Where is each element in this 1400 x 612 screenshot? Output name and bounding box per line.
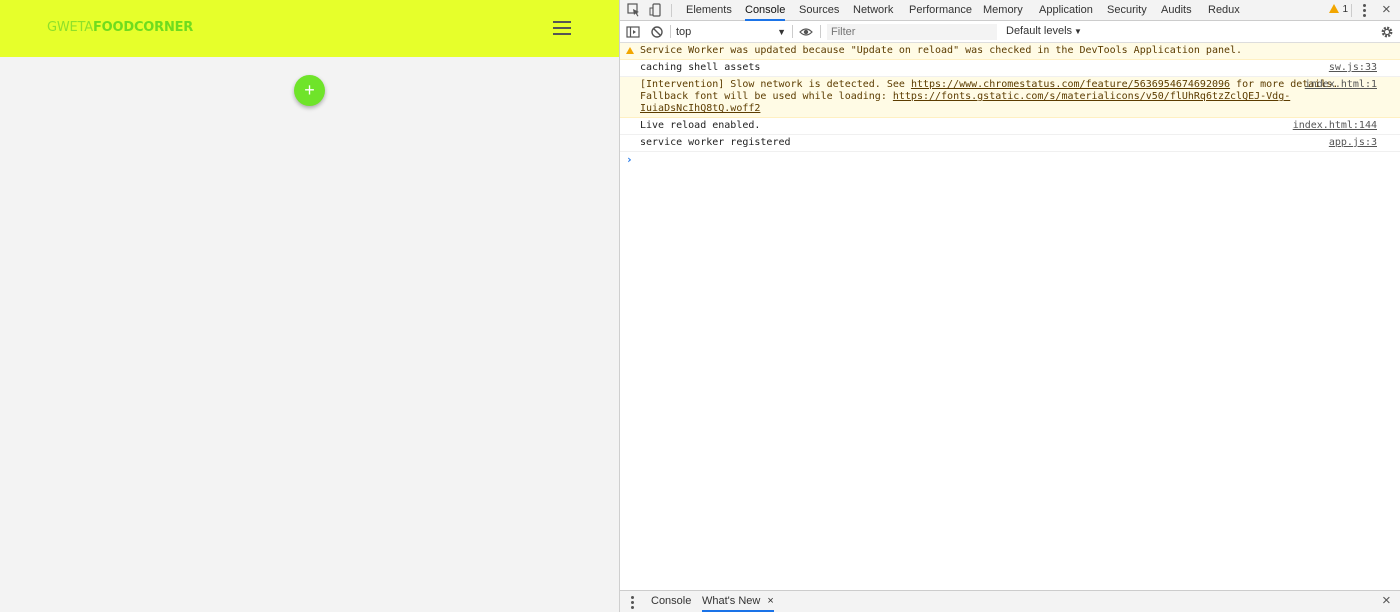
toolbar-divider (820, 25, 821, 38)
more-options-icon[interactable] (1363, 4, 1366, 19)
toolbar-divider (1351, 4, 1352, 17)
hamburger-menu-icon[interactable] (553, 21, 571, 35)
devtools-tab-bar: Elements Console Sources Network Perform… (620, 0, 1400, 21)
brand-part1: GWETA (47, 20, 93, 35)
drawer-tab-console[interactable]: Console (651, 591, 691, 612)
console-toolbar: top ▼ Default levels▼ (620, 21, 1400, 43)
console-message: caching shell assets sw.js:33 (620, 60, 1400, 77)
message-source-link[interactable]: app.js:3 (1329, 137, 1377, 149)
warning-icon (626, 47, 634, 54)
clear-console-icon[interactable] (650, 25, 664, 39)
add-button[interactable]: + (294, 75, 325, 106)
drawer-menu-icon[interactable] (631, 596, 634, 611)
console-prompt[interactable]: › (620, 152, 1400, 168)
device-toolbar-icon[interactable] (649, 3, 663, 17)
message-source-link[interactable]: index.html:1 (1305, 79, 1377, 91)
sidebar-toggle-icon[interactable] (626, 25, 640, 39)
tab-elements[interactable]: Elements (686, 0, 732, 21)
console-message: service worker registered app.js:3 (620, 135, 1400, 152)
close-drawer-icon[interactable]: × (1382, 591, 1391, 611)
warning-counter[interactable]: 1 (1329, 4, 1348, 15)
log-levels-label: Default levels (1006, 25, 1073, 37)
drawer-tab-label: What's New (702, 595, 761, 607)
dropdown-arrow-icon: ▼ (1074, 27, 1082, 36)
tab-security[interactable]: Security (1107, 0, 1147, 21)
drawer-bar: Console What's New × × (620, 590, 1400, 612)
warning-icon (1329, 4, 1340, 13)
message-text: Service Worker was updated because "Upda… (640, 45, 1243, 56)
console-message: [Intervention] Slow network is detected.… (620, 77, 1400, 118)
close-devtools-icon[interactable]: × (1382, 0, 1391, 20)
context-value: top (676, 26, 692, 38)
tab-memory[interactable]: Memory (983, 0, 1023, 21)
drawer-tab-whats-new[interactable]: What's New × (702, 591, 774, 612)
brand-part2: FOODCORNER (92, 20, 194, 35)
filter-input[interactable] (827, 24, 997, 40)
inspect-element-icon[interactable] (627, 3, 641, 17)
message-text: [Intervention] Slow network is detected.… (640, 79, 911, 90)
message-text: service worker registered (640, 137, 791, 148)
tab-sources[interactable]: Sources (799, 0, 839, 21)
brand-logo[interactable]: GWETAFOODCORNER (47, 20, 193, 35)
app-viewport: GWETAFOODCORNER + (0, 0, 619, 612)
log-levels-dropdown[interactable]: Default levels ▼ (1006, 25, 1082, 37)
tab-audits[interactable]: Audits (1161, 0, 1192, 21)
tab-performance[interactable]: Performance (909, 0, 972, 21)
message-source-link[interactable]: index.html:144 (1293, 120, 1377, 132)
app-header: GWETAFOODCORNER (0, 0, 619, 57)
toolbar-divider (671, 4, 672, 17)
message-url-link[interactable]: https://www.chromestatus.com/feature/563… (911, 79, 1230, 90)
warning-count: 1 (1342, 4, 1348, 15)
toolbar-divider (670, 25, 671, 38)
tab-console[interactable]: Console (745, 0, 786, 21)
context-selector[interactable]: top ▼ (676, 25, 786, 39)
settings-gear-icon[interactable] (1380, 25, 1394, 39)
eye-icon[interactable] (799, 25, 813, 39)
message-text: Live reload enabled. (640, 120, 761, 131)
tab-application[interactable]: Application (1039, 0, 1093, 21)
message-text: Fallback font will be used while loading… (640, 91, 893, 102)
message-text: caching shell assets (640, 62, 761, 73)
console-message: Service Worker was updated because "Upda… (620, 43, 1400, 60)
tab-network[interactable]: Network (853, 0, 893, 21)
console-messages: Service Worker was updated because "Upda… (620, 43, 1400, 168)
console-message: Live reload enabled. index.html:144 (620, 118, 1400, 135)
close-tab-icon[interactable]: × (767, 595, 773, 607)
devtools-panel: Elements Console Sources Network Perform… (619, 0, 1400, 612)
message-source-link[interactable]: sw.js:33 (1329, 62, 1377, 74)
tab-redux[interactable]: Redux (1208, 0, 1240, 21)
dropdown-arrow-icon: ▼ (777, 27, 786, 37)
toolbar-divider (792, 25, 793, 38)
